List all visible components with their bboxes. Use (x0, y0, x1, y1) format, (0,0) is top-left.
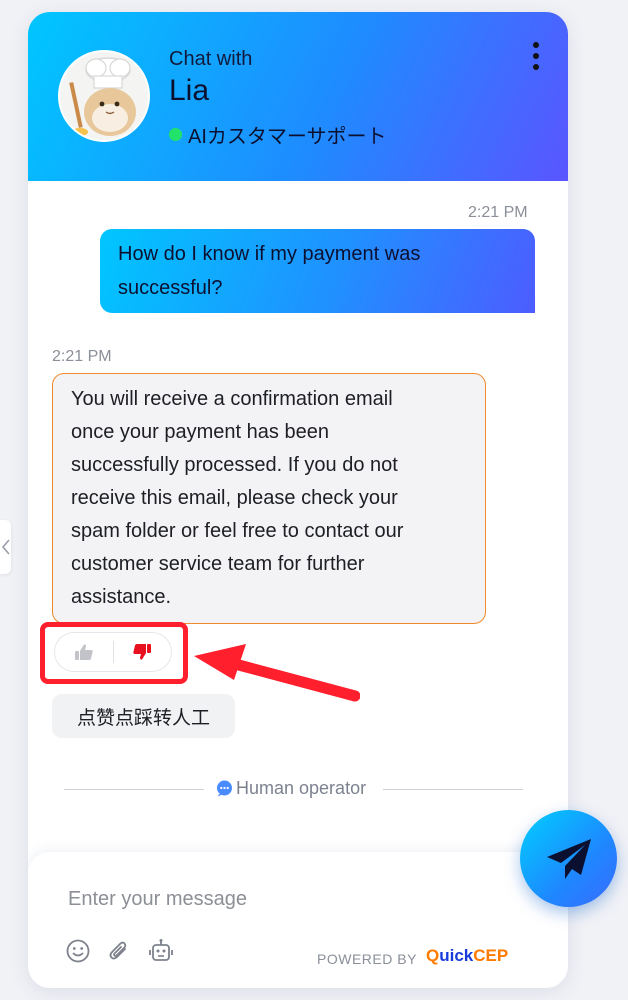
annotation-highlight-box (40, 622, 188, 684)
brand-cep: CEP (473, 946, 509, 965)
divider-label: Human operator (236, 778, 367, 798)
more-menu-button[interactable] (528, 42, 544, 78)
annotation-arrow (194, 644, 360, 702)
message-line: customer service team for further (71, 553, 365, 575)
composer: POWERED BY Q uick CEP (28, 852, 568, 988)
brand-uick: uick (439, 946, 474, 965)
brand-q: Q (426, 946, 440, 965)
message-line: once your payment has been (71, 421, 329, 443)
quickcep-logo[interactable]: Q uick CEP (426, 946, 508, 966)
chat-with-label: Chat with (169, 48, 253, 70)
message-line: receive this email, please check your (71, 487, 398, 509)
attachment-button[interactable] (106, 938, 132, 964)
divider-line-right (383, 789, 523, 790)
message-line: assistance. (71, 586, 172, 608)
powered-by-label: POWERED BY (317, 951, 417, 967)
message-line: spam folder or feel free to contact our (71, 520, 404, 542)
more-vertical-icon (533, 42, 539, 48)
message-line: successful? (118, 277, 223, 299)
bot-button[interactable] (148, 938, 174, 964)
divider-line-left (64, 789, 204, 790)
avatar (58, 50, 150, 142)
chat-bubble-icon (217, 780, 232, 797)
chevron-left-icon (1, 539, 10, 555)
online-status-dot (169, 128, 182, 141)
collapse-tab[interactable] (0, 520, 11, 574)
message-time: 2:21 PM (52, 348, 112, 365)
chef-cat-avatar (60, 52, 148, 140)
chat-widget: Chat with Lia AIカスタマーサポート 2:21 PM How do… (28, 12, 568, 988)
emoji-button[interactable] (65, 938, 91, 964)
message-line: successfully processed. If you do not (71, 454, 398, 476)
human-operator-divider: Human operator (216, 778, 366, 799)
send-button[interactable] (520, 810, 617, 907)
bot-message-bubble: You will receive a confirmation email on… (52, 373, 486, 624)
robot-icon (149, 939, 173, 961)
agent-name: Lia (169, 74, 210, 107)
attachment-icon (109, 941, 127, 960)
message-line: You will receive a confirmation email (71, 388, 393, 410)
agent-status: AIカスタマーサポート (169, 120, 387, 149)
chat-header: Chat with Lia AIカスタマーサポート (28, 12, 568, 181)
agent-role-label: AIカスタマーサポート (188, 126, 387, 148)
message-time: 2:21 PM (468, 204, 528, 221)
user-message-bubble: How do I know if my payment was successf… (100, 229, 535, 313)
message-line: How do I know if my payment was (118, 243, 421, 265)
message-input[interactable] (66, 882, 490, 916)
emoji-icon (66, 939, 90, 963)
send-icon (546, 838, 591, 879)
